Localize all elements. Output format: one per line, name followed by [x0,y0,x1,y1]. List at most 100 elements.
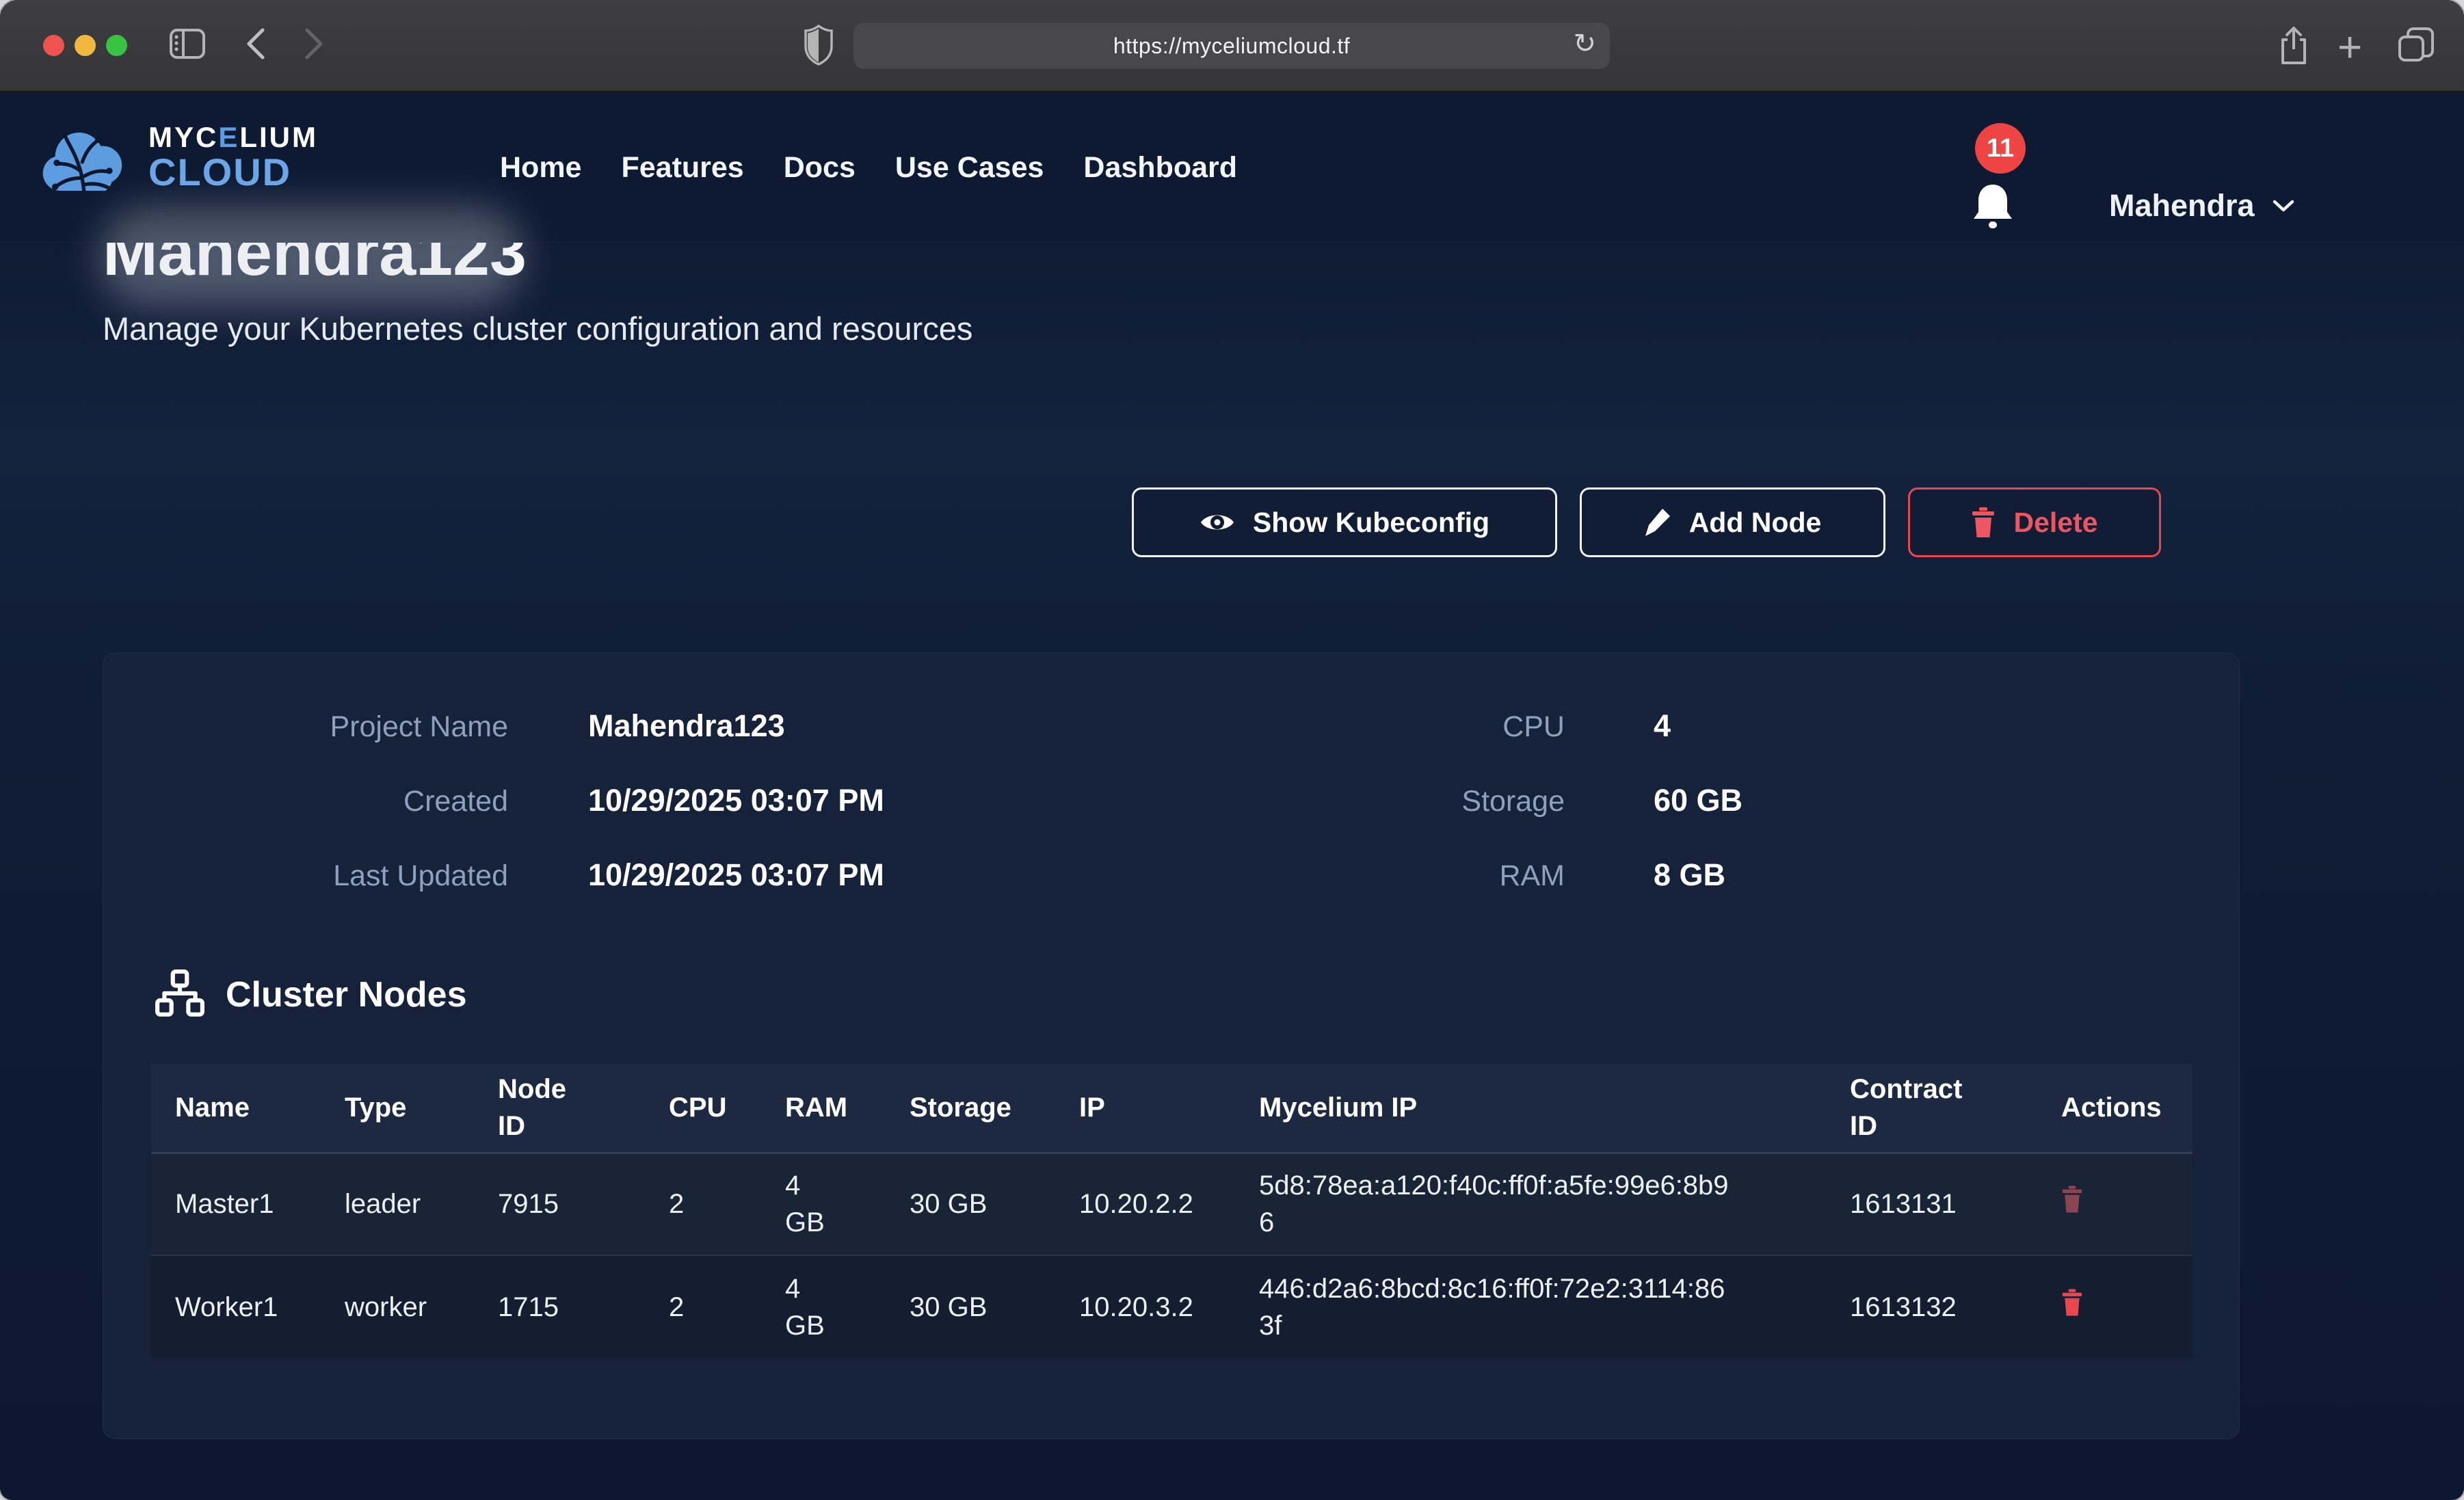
browser-toolbar: https://myceliumcloud.tf ↻ + [0,0,2464,92]
last-updated-label: Last Updated [103,859,508,893]
created-value: 10/29/2025 03:07 PM [588,783,884,818]
cell-cpu: 2 [669,1153,785,1255]
brand-logo[interactable]: MYCELIUM CLOUD [38,116,318,198]
cell-actions [2061,1255,2193,1358]
cell-cpu: 2 [669,1255,785,1358]
pencil-icon [1644,507,1671,537]
info-row: Created 10/29/2025 03:07 PM [103,783,884,818]
info-row: Project Name Mahendra123 [103,708,884,744]
show-kubeconfig-button[interactable]: Show Kubeconfig [1132,487,1557,557]
project-name-label: Project Name [103,710,508,744]
user-name: Mahendra [2109,188,2255,224]
notification-badge: 11 [1975,123,2026,174]
bell-icon [1972,183,2013,234]
nav-link-home[interactable]: Home [500,151,581,185]
col-ip: IP [1079,1064,1259,1153]
storage-label: Storage [1266,785,1565,818]
col-type: Type [345,1064,498,1153]
minimize-window-button[interactable] [75,35,96,56]
cpu-value: 4 [1654,708,1671,744]
trash-icon [1971,507,1996,537]
col-actions: Actions [2061,1064,2193,1153]
zoom-window-button[interactable] [106,35,127,56]
cell-mycelium-ip: 5d8:78ea:a120:f40c:ff0f:a5fe:99e6:8b96 [1259,1153,1850,1255]
created-label: Created [103,785,508,818]
cell-contract-id: 1613131 [1850,1153,2061,1255]
col-name: Name [151,1064,345,1153]
cell-name: Worker1 [151,1255,345,1358]
forward-icon[interactable] [304,27,325,60]
project-name-value: Mahendra123 [588,708,785,744]
cell-contract-id: 1613132 [1850,1255,2061,1358]
col-mycelium-ip: Mycelium IP [1259,1064,1850,1153]
cluster-details-card: Project Name Mahendra123 Created 10/29/2… [103,653,2240,1439]
cell-storage: 30 GB [910,1153,1079,1255]
cell-actions [2061,1153,2193,1255]
url-text: https://myceliumcloud.tf [1113,34,1350,59]
col-node-id: Node ID [498,1064,669,1153]
cluster-nodes-header: Cluster Nodes [155,969,467,1020]
cell-ram: 4 GB [785,1255,910,1358]
table-row-worker1: Worker1 worker 1715 2 4 GB 30 GB 10.20.3… [151,1255,2193,1358]
mycelium-cloud-logo-icon [38,116,133,198]
cpu-label: CPU [1266,710,1565,744]
cell-ram: 4 GB [785,1153,910,1255]
table-header-row: Name Type Node ID CPU RAM Storage IP Myc… [151,1064,2193,1153]
cell-mycelium-ip: 446:d2a6:8bcd:8c16:ff0f:72e2:3114:863f [1259,1255,1850,1358]
nav-link-dashboard[interactable]: Dashboard [1083,151,1237,185]
eye-icon [1200,510,1235,535]
project-info-left: Project Name Mahendra123 Created 10/29/2… [103,708,884,893]
nav-link-use-cases[interactable]: Use Cases [895,151,1044,185]
cluster-actions: Show Kubeconfig Add Node Delete [1132,487,2161,557]
cell-ip: 10.20.3.2 [1079,1255,1259,1358]
project-info-right: CPU 4 Storage 60 GB RAM 8 GB [1266,708,1743,893]
back-icon[interactable] [245,27,265,60]
site-navbar: MYCELIUM CLOUD Home Features Docs Use Ca… [0,92,2464,243]
nav-links: Home Features Docs Use Cases Dashboard [500,92,1237,243]
nav-link-docs[interactable]: Docs [784,151,856,185]
col-ram: RAM [785,1064,910,1153]
cell-node-id: 1715 [498,1255,669,1358]
cell-type: worker [345,1255,498,1358]
col-contract-id: Contract ID [1850,1064,2061,1153]
cell-name: Master1 [151,1153,345,1255]
info-row: Storage 60 GB [1266,783,1743,818]
cluster-nodes-title: Cluster Nodes [226,974,467,1015]
new-tab-icon[interactable]: + [2337,23,2362,72]
tab-overview-icon[interactable] [2397,26,2435,64]
page-content: MYCELIUM CLOUD Home Features Docs Use Ca… [0,92,2464,1500]
refresh-icon[interactable]: ↻ [1573,28,1596,59]
browser-window: https://myceliumcloud.tf ↻ + [0,0,2464,1500]
cluster-nodes-icon [155,969,205,1020]
brand-wordmark: MYCELIUM CLOUD [148,122,318,192]
privacy-shield-icon[interactable] [804,25,833,66]
delete-cluster-button[interactable]: Delete [1908,487,2161,557]
table-row-master1: Master1 leader 7915 2 4 GB 30 GB 10.20.2… [151,1153,2193,1255]
cluster-nodes-table: Name Type Node ID CPU RAM Storage IP Myc… [151,1064,2193,1358]
nav-link-features[interactable]: Features [621,151,743,185]
page-subtitle: Manage your Kubernetes cluster configura… [103,310,972,347]
address-bar[interactable]: https://myceliumcloud.tf ↻ [853,23,1610,69]
delete-node-button[interactable] [2061,1288,2083,1317]
add-node-button[interactable]: Add Node [1580,487,1885,557]
info-row: CPU 4 [1266,708,1743,744]
col-storage: Storage [910,1064,1079,1153]
cell-storage: 30 GB [910,1255,1079,1358]
last-updated-value: 10/29/2025 03:07 PM [588,857,884,893]
close-window-button[interactable] [43,35,64,56]
sidebar-toggle-icon[interactable] [170,29,205,59]
cell-node-id: 7915 [498,1153,669,1255]
cell-ip: 10.20.2.2 [1079,1153,1259,1255]
info-row: Last Updated 10/29/2025 03:07 PM [103,857,884,893]
ram-label: RAM [1266,859,1565,893]
user-menu[interactable]: Mahendra [2109,188,2294,224]
cell-type: leader [345,1153,498,1255]
notifications-button[interactable]: 11 [1967,123,2042,253]
info-row: RAM 8 GB [1266,857,1743,893]
share-icon[interactable] [2277,26,2310,66]
chevron-down-icon [2273,199,2294,213]
storage-value: 60 GB [1654,783,1743,818]
delete-node-button[interactable] [2061,1185,2083,1214]
col-cpu: CPU [669,1064,785,1153]
ram-value: 8 GB [1654,857,1725,893]
